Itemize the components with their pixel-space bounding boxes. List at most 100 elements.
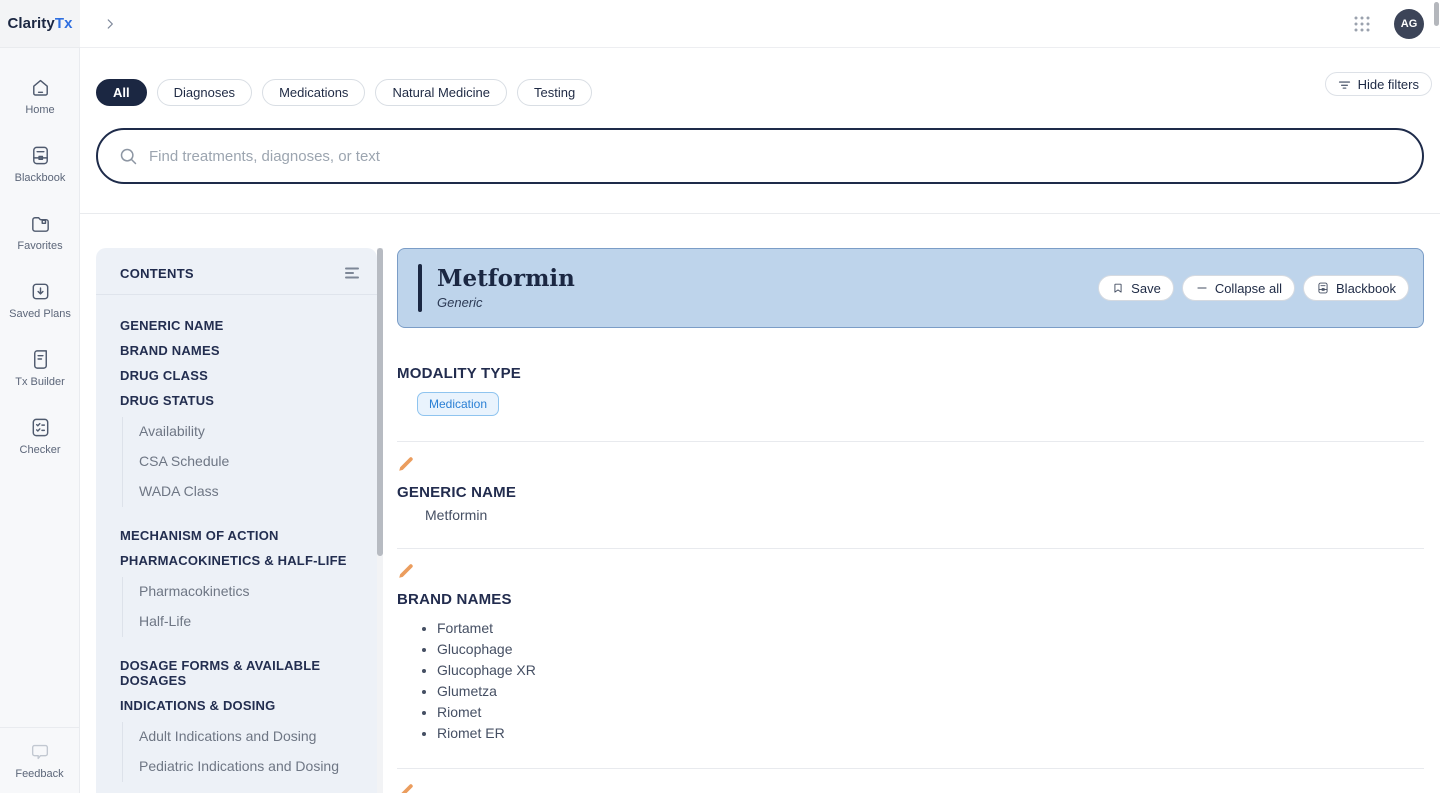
save-box-icon [29, 280, 52, 303]
home-icon [29, 76, 52, 99]
filter-pill-medications[interactable]: Medications [262, 79, 365, 106]
section-divider [397, 548, 1424, 549]
blackbook-button[interactable]: Blackbook [1303, 275, 1409, 301]
sidebar-item-tx-builder[interactable]: Tx Builder [0, 334, 80, 402]
brand-names-heading: BRAND NAMES [397, 591, 1424, 608]
toc-item-mechanism-of-action[interactable]: MECHANISM OF ACTION [120, 523, 367, 548]
logo-text-primary: Clarity [7, 15, 54, 32]
brand-name-item: Glucophage [437, 638, 1424, 659]
sidebar-item-favorites[interactable]: Favorites [0, 198, 80, 266]
bookmark-icon [1111, 281, 1125, 295]
collapse-all-label: Collapse all [1215, 281, 1282, 296]
contents-scrollbar [377, 248, 383, 793]
app-logo[interactable]: ClarityTx [0, 0, 80, 48]
toc-subgroup-drug-status: Availability CSA Schedule WADA Class [122, 417, 367, 507]
hide-filters-label: Hide filters [1358, 77, 1419, 92]
book-icon [29, 144, 52, 167]
toc-sub-csa-schedule[interactable]: CSA Schedule [139, 447, 367, 477]
page-scrollbar-thumb[interactable] [1434, 2, 1439, 26]
brand-name-item: Riomet ER [437, 722, 1424, 743]
drug-card-actions: Save Collapse all Blackbook [1098, 275, 1409, 301]
brand-name-item: Glucophage XR [437, 659, 1424, 680]
toc-item-indications-dosing[interactable]: INDICATIONS & DOSING [120, 693, 367, 718]
toc-item-drug-class[interactable]: DRUG CLASS [120, 363, 367, 388]
sidebar-nav: Home Blackbook Favorites Saved Plans Tx … [0, 62, 80, 470]
save-button[interactable]: Save [1098, 275, 1174, 301]
section-modality-type: MODALITY TYPE Medication [397, 365, 1424, 416]
edit-pencil-icon[interactable] [397, 455, 415, 473]
sidebar-item-checker[interactable]: Checker [0, 402, 80, 470]
toc-sub-wada-class[interactable]: WADA Class [139, 477, 367, 507]
sidebar-item-feedback[interactable]: Feedback [0, 727, 79, 793]
filter-lines-icon [1338, 78, 1351, 91]
sidebar: ClarityTx Home Blackbook Favorites Saved… [0, 0, 80, 793]
toc-sub-half-life[interactable]: Half-Life [139, 607, 367, 637]
brand-name-item: Fortamet [437, 617, 1424, 638]
contents-scrollbar-thumb[interactable] [377, 248, 383, 556]
toc-subgroup-pharmacokinetics: Pharmacokinetics Half-Life [122, 577, 367, 637]
contents-nav: GENERIC NAME BRAND NAMES DRUG CLASS DRUG… [96, 295, 377, 793]
toc-subgroup-indications: Adult Indications and Dosing Pediatric I… [122, 722, 367, 782]
search-icon [118, 146, 139, 167]
drug-title: Metformin [437, 266, 575, 292]
toc-sub-pediatric-indications[interactable]: Pediatric Indications and Dosing [139, 752, 367, 782]
minus-icon [1195, 281, 1209, 295]
toc-item-pharmacokinetics[interactable]: PHARMACOKINETICS & HALF-LIFE [120, 548, 367, 573]
toc-item-dosage-forms[interactable]: DOSAGE FORMS & AVAILABLE DOSAGES [120, 653, 367, 693]
sidebar-item-blackbook[interactable]: Blackbook [0, 130, 80, 198]
save-button-label: Save [1131, 281, 1161, 296]
apps-grid-icon[interactable] [1352, 14, 1372, 34]
toc-item-drug-status[interactable]: DRUG STATUS [120, 388, 367, 413]
contents-panel: CONTENTS GENERIC NAME BRAND NAMES DRUG C… [96, 248, 377, 793]
main-content: Metformin Generic Save Collapse all Blac… [397, 248, 1424, 793]
drug-header-card: Metformin Generic Save Collapse all Blac… [397, 248, 1424, 328]
sidebar-item-saved-plans[interactable]: Saved Plans [0, 266, 80, 334]
chevron-right-icon [103, 17, 117, 31]
toc-item-brand-names[interactable]: BRAND NAMES [120, 338, 367, 363]
sidebar-item-label: Feedback [15, 768, 63, 780]
filter-pill-natural-medicine[interactable]: Natural Medicine [375, 79, 507, 106]
filter-pill-row: All Diagnoses Medications Natural Medici… [96, 79, 592, 106]
drug-title-block: Metformin Generic [437, 266, 575, 309]
section-divider [397, 441, 1424, 442]
sidebar-item-home[interactable]: Home [0, 62, 80, 130]
toc-sub-availability[interactable]: Availability [139, 417, 367, 447]
header-divider [80, 213, 1440, 214]
sidebar-item-label: Saved Plans [9, 308, 71, 320]
filter-pill-diagnoses[interactable]: Diagnoses [157, 79, 252, 106]
sidebar-item-label: Tx Builder [15, 376, 65, 388]
sidebar-item-label: Favorites [17, 240, 62, 252]
toc-sub-pharmacokinetics[interactable]: Pharmacokinetics [139, 577, 367, 607]
filter-pill-testing[interactable]: Testing [517, 79, 592, 106]
sidebar-item-label: Home [25, 104, 54, 116]
blackbook-button-label: Blackbook [1336, 281, 1396, 296]
hide-filters-button[interactable]: Hide filters [1325, 72, 1432, 96]
toc-item-generic-name[interactable]: GENERIC NAME [120, 313, 367, 338]
user-avatar[interactable]: AG [1394, 9, 1424, 39]
search-input[interactable] [149, 148, 1402, 165]
toc-lines-icon[interactable] [343, 264, 361, 282]
sidebar-collapse-toggle[interactable] [98, 12, 122, 36]
modality-type-heading: MODALITY TYPE [397, 365, 1424, 382]
filter-pill-all[interactable]: All [96, 79, 147, 106]
generic-name-value: Metformin [425, 507, 1424, 523]
contents-header: CONTENTS [96, 248, 377, 295]
sidebar-item-label: Blackbook [15, 172, 66, 184]
app-root: ClarityTx Home Blackbook Favorites Saved… [0, 0, 1440, 793]
accent-bar [418, 264, 422, 312]
folder-icon [29, 212, 52, 235]
modality-chip[interactable]: Medication [417, 392, 499, 416]
search-bar [96, 128, 1424, 184]
edit-pencil-icon[interactable] [397, 562, 415, 580]
checklist-icon [29, 416, 52, 439]
collapse-all-button[interactable]: Collapse all [1182, 275, 1295, 301]
book-icon [1316, 281, 1330, 295]
feedback-bubble-icon [29, 741, 51, 763]
generic-name-heading: GENERIC NAME [397, 484, 1424, 501]
section-divider [397, 768, 1424, 769]
section-generic-name: GENERIC NAME Metformin [397, 484, 1424, 523]
notepad-icon [29, 348, 52, 371]
edit-pencil-icon[interactable] [397, 782, 415, 793]
logo-text-accent: Tx [55, 15, 73, 32]
toc-sub-adult-indications[interactable]: Adult Indications and Dosing [139, 722, 367, 752]
